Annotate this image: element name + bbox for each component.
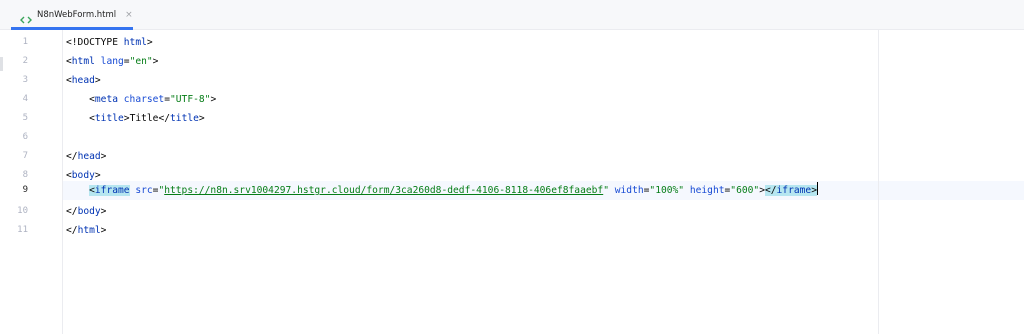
line-number: 7	[22, 151, 28, 161]
iframe-close-tag-match: </iframe>	[764, 185, 817, 196]
tag-name: meta	[94, 94, 118, 105]
close-icon[interactable]: ×	[125, 10, 133, 20]
token: </	[764, 185, 777, 196]
doctype-open: <!DOCTYPE	[66, 37, 124, 48]
token: >	[210, 94, 217, 105]
token: </	[66, 151, 78, 162]
line-number: 11	[17, 225, 28, 235]
attr-name: lang	[94, 56, 124, 67]
code-text: <head>	[66, 71, 101, 90]
code-text: <iframe src="https://n8n.srv1004297.hstg…	[66, 181, 819, 200]
code-line[interactable]: 1 <!DOCTYPE html>	[0, 33, 1024, 52]
code-line[interactable]: 4 <meta charset="UTF-8">	[0, 90, 1024, 109]
tag-name: head	[77, 151, 101, 162]
attr-value: "100%"	[649, 185, 685, 196]
token: </	[66, 225, 78, 236]
token: >	[100, 225, 107, 236]
token: </	[158, 113, 171, 124]
attr-name: src	[129, 185, 153, 196]
line-number: 4	[22, 94, 28, 104]
code-text: </body>	[66, 202, 106, 221]
iframe-open-tag-match: <iframe	[89, 185, 130, 196]
tag-name: title	[94, 113, 124, 124]
token: </	[66, 206, 78, 217]
code-text: <meta charset="UTF-8">	[66, 90, 216, 109]
line-number: 1	[22, 37, 28, 47]
tag-name: body	[71, 170, 95, 181]
line-number: 10	[17, 206, 28, 216]
token: >	[94, 75, 101, 86]
code-text: <!DOCTYPE html>	[66, 33, 153, 52]
code-line[interactable]: 7 </head>	[0, 147, 1024, 166]
editor-window: N8nWebForm.html × 1 <!DOCTYPE html> 2 <h…	[0, 0, 1024, 334]
code-text: </html>	[66, 221, 106, 240]
iframe-src-link[interactable]: https://n8n.srv1004297.hstgr.cloud/form/…	[164, 185, 603, 196]
token: >	[152, 56, 159, 67]
code-line[interactable]: 2 <html lang="en">	[0, 52, 1024, 71]
attr-value: "600"	[730, 185, 760, 196]
line-number: 5	[22, 113, 28, 123]
tag-name: iframe	[94, 185, 130, 196]
attr-value: "en"	[129, 56, 153, 67]
code-text: </head>	[66, 147, 106, 166]
tab-label: N8nWebForm.html	[37, 10, 117, 20]
text-content: Title	[129, 113, 159, 124]
attr-name: width	[608, 185, 644, 196]
token: >	[100, 151, 107, 162]
tag-name: title	[170, 113, 199, 124]
token: >	[94, 170, 101, 181]
text-caret	[816, 182, 819, 195]
doctype-keyword: html	[123, 37, 147, 48]
html-file-icon	[20, 10, 32, 24]
attr-name: height	[684, 185, 725, 196]
code-text: <html lang="en">	[66, 52, 158, 71]
doctype-close: >	[146, 37, 153, 48]
tag-name: iframe	[776, 185, 812, 196]
tab-n8nwebform-html[interactable]: N8nWebForm.html ×	[11, 0, 133, 30]
code-line[interactable]: 3 <head>	[0, 71, 1024, 90]
attr-value: "UTF-8"	[170, 94, 211, 105]
attr-name: charset	[118, 94, 165, 105]
tag-name: head	[71, 75, 95, 86]
code-line-active[interactable]: 9 <iframe src="https://n8n.srv1004297.hs…	[0, 181, 1024, 200]
line-number: 9	[22, 185, 28, 195]
editor-tab-bar: N8nWebForm.html ×	[0, 0, 1024, 30]
line-number: 2	[22, 56, 28, 66]
code-line[interactable]: 5 <title>Title</title>	[0, 109, 1024, 128]
tag-name: html	[77, 225, 101, 236]
token: >	[198, 113, 205, 124]
tag-name: body	[77, 206, 101, 217]
line-number: 3	[22, 75, 28, 85]
code-editor[interactable]: 1 <!DOCTYPE html> 2 <html lang="en"> 3 <…	[0, 30, 1024, 334]
code-line[interactable]: 6	[0, 128, 1024, 147]
tag-name: html	[71, 56, 95, 67]
code-line[interactable]: 10 </body>	[0, 202, 1024, 221]
code-line[interactable]: 11 </html>	[0, 221, 1024, 240]
code-text: <title>Title</title>	[66, 109, 205, 128]
line-number: 6	[22, 132, 28, 142]
token: >	[100, 206, 107, 217]
